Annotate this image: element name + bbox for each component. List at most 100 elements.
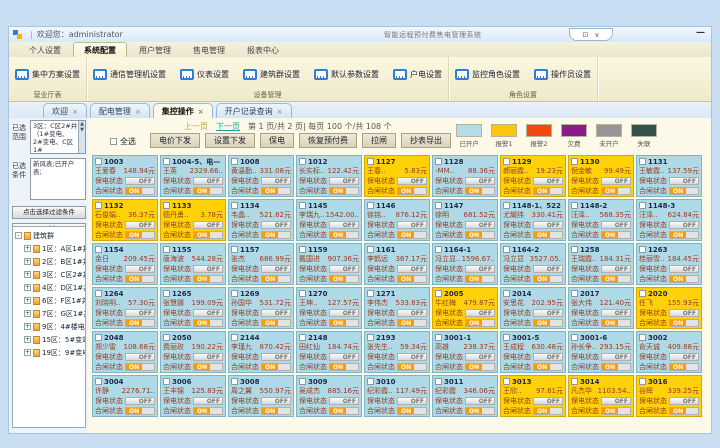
scrollbar[interactable]: ▲ ▼ — [78, 121, 85, 153]
baodian-toggle[interactable]: OFF — [533, 397, 563, 405]
tree-item-7[interactable]: +9区：4#楼电井（4 — [15, 320, 85, 333]
baodian-toggle[interactable]: OFF — [125, 177, 155, 185]
hezha-toggle[interactable]: ON — [193, 187, 223, 195]
meter-card[interactable]: 1133德丹勇..3.78元保电状态OFF合闸状态ON — [160, 199, 226, 241]
window-controls[interactable]: ⊡ ∨ — [569, 28, 613, 41]
close-icon[interactable]: × — [277, 108, 283, 116]
card-checkbox[interactable] — [503, 290, 510, 297]
expander-icon[interactable]: + — [24, 310, 31, 317]
restore-icon[interactable]: ⊡ — [583, 31, 589, 39]
action-button-3[interactable]: 保电 — [260, 133, 294, 148]
meter-card[interactable]: 1263桂丽雪..184.45元保电状态OFF合闸状态ON — [636, 243, 702, 285]
meter-card[interactable]: 2048郑少雷108.68元保电状态OFF合闸状态ON — [92, 331, 158, 373]
card-checkbox[interactable] — [503, 246, 510, 253]
hezha-toggle[interactable]: ON — [465, 187, 495, 195]
meter-card[interactable]: 1147徐明681.52元保电状态OFF合闸状态ON — [432, 199, 498, 241]
meter-card[interactable]: 1146徐铭..876.12元保电状态OFF合闸状态ON — [364, 199, 430, 241]
card-checkbox[interactable] — [299, 246, 306, 253]
expander-icon[interactable]: + — [24, 245, 31, 252]
hezha-toggle[interactable]: ON — [125, 275, 155, 283]
meter-card[interactable]: 1127王春..5.83元保电状态OFF合闸状态ON — [364, 155, 430, 197]
card-checkbox[interactable] — [639, 246, 646, 253]
baodian-toggle[interactable]: OFF — [329, 265, 359, 273]
next-page-link[interactable]: 下一页 — [216, 121, 240, 132]
baodian-toggle[interactable]: OFF — [397, 265, 427, 273]
choose-filter-button[interactable]: 点击选择过滤条件 — [12, 206, 86, 219]
expander-icon[interactable]: + — [24, 297, 31, 304]
meter-card[interactable]: 1159戴国进907.36元保电状态OFF合闸状态ON — [296, 243, 362, 285]
baodian-toggle[interactable]: OFF — [533, 221, 563, 229]
baodian-toggle[interactable]: OFF — [669, 353, 699, 361]
meter-card[interactable]: 2017张大伟121.40元保电状态OFF合闸状态ON — [568, 287, 634, 329]
hezha-toggle[interactable]: ON — [261, 407, 291, 415]
meter-card[interactable]: 3011纪彩霞346.06元保电状态OFF合闸状态ON — [432, 375, 498, 417]
range-box[interactable]: 3区：C区2#井（1#变电、2#变电、C区1# ▲ ▼ — [30, 120, 86, 154]
meter-card[interactable]: 3014凡杰华1103.54..保电状态OFF合闸状态ON — [568, 375, 634, 417]
action-button-4[interactable]: 恢复预付费 — [299, 133, 357, 148]
hezha-toggle[interactable]: ON — [533, 231, 563, 239]
hezha-toggle[interactable]: ON — [397, 187, 427, 195]
hezha-toggle[interactable]: ON — [601, 363, 631, 371]
meter-card[interactable]: 2020任飞155.93元保电状态OFF合闸状态ON — [636, 287, 702, 329]
expander-icon[interactable]: - — [15, 232, 22, 239]
baodian-toggle[interactable]: OFF — [261, 309, 291, 317]
menu-tab-1[interactable]: 个人设置 — [19, 43, 71, 57]
card-checkbox[interactable] — [299, 158, 306, 165]
close-icon[interactable]: × — [72, 108, 78, 116]
hezha-toggle[interactable]: ON — [397, 407, 427, 415]
hezha-toggle[interactable]: ON — [261, 187, 291, 195]
expander-icon[interactable]: + — [24, 336, 31, 343]
hezha-toggle[interactable]: ON — [533, 407, 563, 415]
baodian-toggle[interactable]: OFF — [125, 397, 155, 405]
hezha-toggle[interactable]: ON — [125, 407, 155, 415]
meter-card[interactable]: 3001-6孙长争..293.15元保电状态OFF合闸状态ON — [568, 331, 634, 373]
hezha-toggle[interactable]: ON — [329, 275, 359, 283]
card-checkbox[interactable] — [231, 378, 238, 385]
hezha-toggle[interactable]: ON — [193, 275, 223, 283]
tree-item-8[interactable]: +15区：5#变站（3# — [15, 333, 85, 346]
baodian-toggle[interactable]: OFF — [261, 353, 291, 361]
hezha-toggle[interactable]: ON — [533, 363, 563, 371]
card-checkbox[interactable] — [639, 158, 646, 165]
card-checkbox[interactable] — [571, 378, 578, 385]
baodian-toggle[interactable]: OFF — [193, 221, 223, 229]
card-checkbox[interactable] — [571, 246, 578, 253]
card-checkbox[interactable] — [163, 334, 170, 341]
hezha-toggle[interactable]: ON — [329, 187, 359, 195]
card-checkbox[interactable] — [571, 158, 578, 165]
baodian-toggle[interactable]: OFF — [601, 265, 631, 273]
ribbon-button[interactable]: 默认参数设置 — [314, 69, 379, 80]
hezha-toggle[interactable]: ON — [601, 231, 631, 239]
baodian-toggle[interactable]: OFF — [125, 353, 155, 361]
ribbon-button[interactable]: 监控角色设置 — [455, 69, 520, 80]
hezha-toggle[interactable]: ON — [329, 407, 359, 415]
action-button-6[interactable]: 抄表导出 — [401, 133, 451, 148]
ribbon-button[interactable]: 建筑群设置 — [243, 69, 300, 80]
hezha-toggle[interactable]: ON — [329, 231, 359, 239]
meter-card[interactable]: 2050费丽玫190.22元保电状态OFF合闸状态ON — [160, 331, 226, 373]
hezha-toggle[interactable]: ON — [669, 319, 699, 327]
meter-card[interactable]: 3010纪彩霞..117.49元保电状态OFF合闸状态ON — [364, 375, 430, 417]
select-all-checkbox[interactable] — [110, 138, 117, 145]
hezha-toggle[interactable]: ON — [261, 363, 291, 371]
card-checkbox[interactable] — [435, 158, 442, 165]
hezha-toggle[interactable]: ON — [465, 407, 495, 415]
baodian-toggle[interactable]: OFF — [669, 177, 699, 185]
hezha-toggle[interactable]: ON — [669, 363, 699, 371]
baodian-toggle[interactable]: OFF — [601, 353, 631, 361]
meter-card[interactable]: 3002俞天诚409.88元保电状态OFF合闸状态ON — [636, 331, 702, 373]
hezha-toggle[interactable]: ON — [465, 319, 495, 327]
meter-card[interactable]: 1132石俊娟..36.37元保电状态OFF合闸状态ON — [92, 199, 158, 241]
hezha-toggle[interactable]: ON — [601, 187, 631, 195]
ribbon-button[interactable]: 仪表设置 — [180, 69, 229, 80]
card-checkbox[interactable] — [435, 246, 442, 253]
hezha-toggle[interactable]: ON — [329, 319, 359, 327]
card-checkbox[interactable] — [571, 290, 578, 297]
meter-card[interactable]: 1145李瑞九..1542.00..保电状态OFF合闸状态ON — [296, 199, 362, 241]
condition-box[interactable]: 新风表;已开户表; — [30, 158, 86, 200]
card-checkbox[interactable] — [639, 378, 646, 385]
meter-card[interactable]: 1271李伟杰533.83元保电状态OFF合闸状态ON — [364, 287, 430, 329]
meter-card[interactable]: 1155唐海波544.28元保电状态OFF合闸状态ON — [160, 243, 226, 285]
card-checkbox[interactable] — [435, 378, 442, 385]
hezha-toggle[interactable]: ON — [125, 363, 155, 371]
